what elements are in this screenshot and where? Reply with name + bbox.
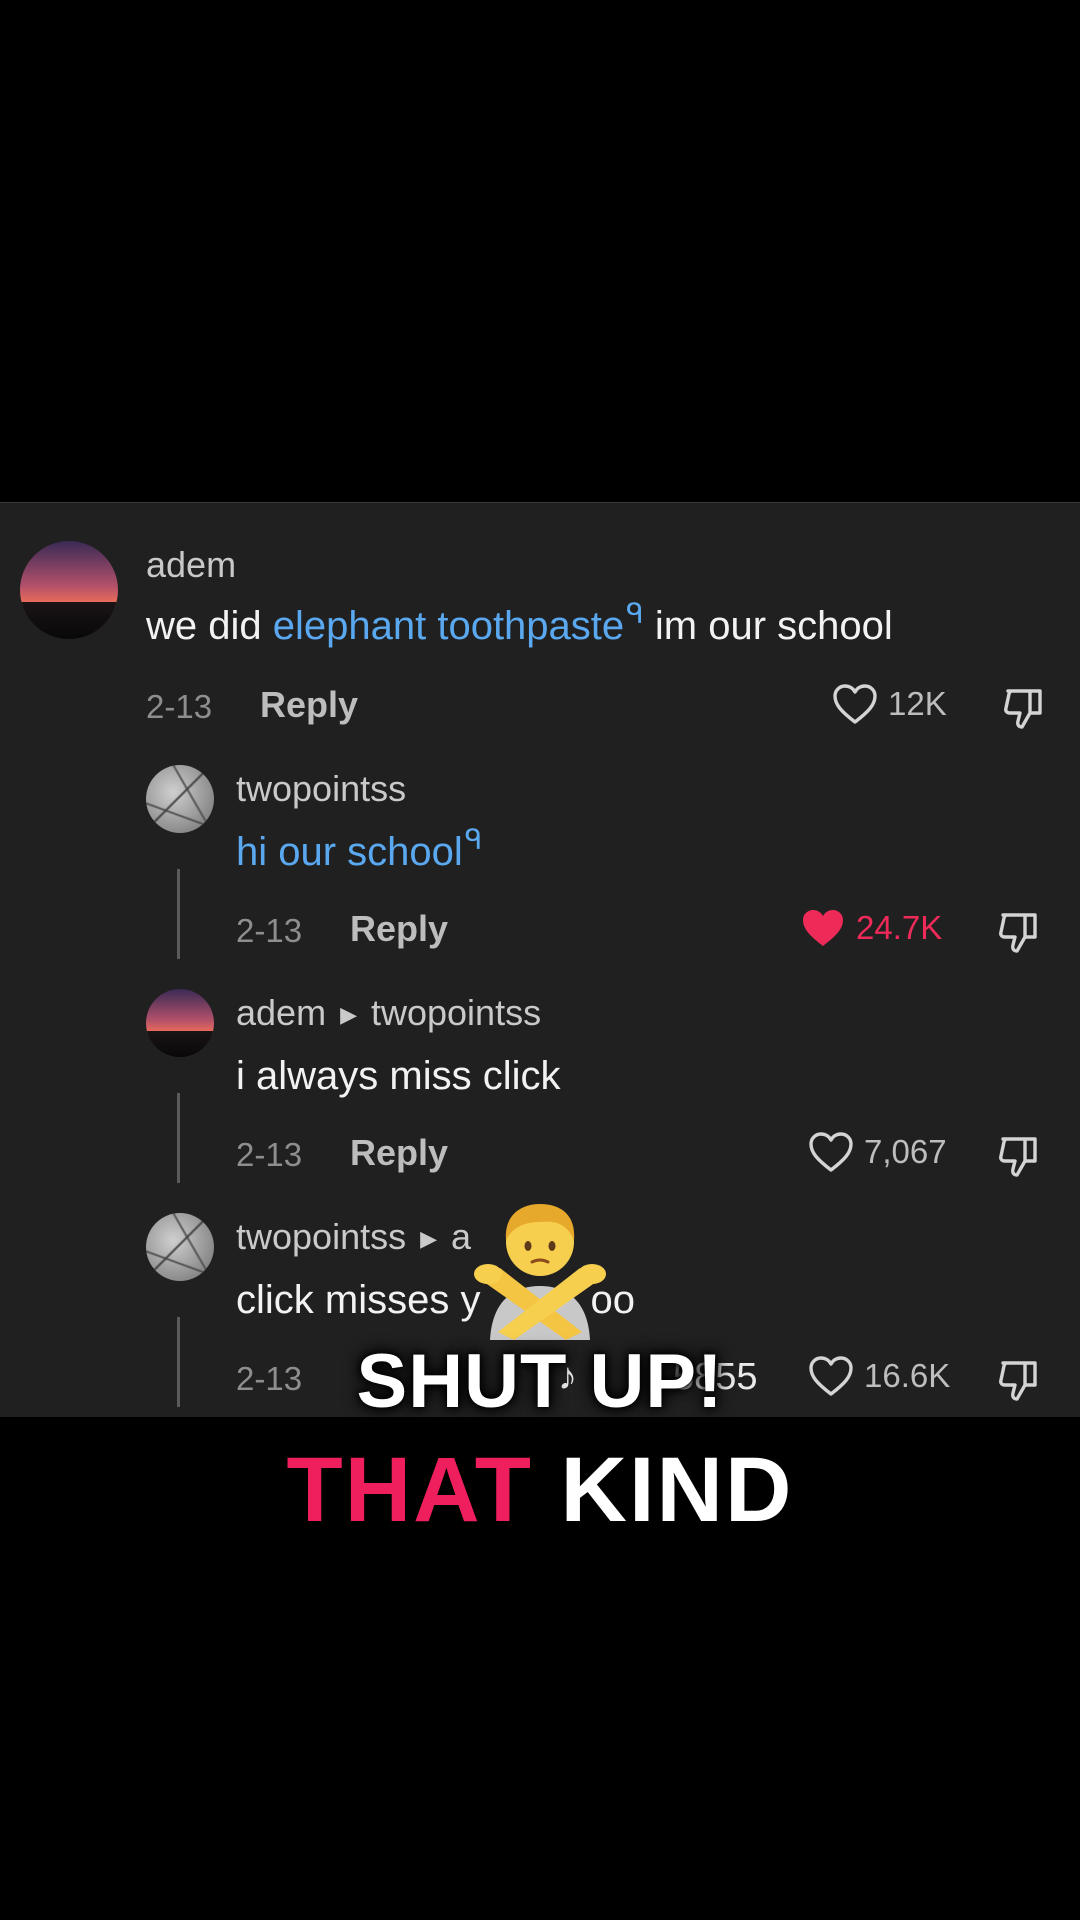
reply-button[interactable]: Reply	[350, 909, 448, 949]
comment-text: we did elephant toothpasteᑫ im our schoo…	[146, 598, 893, 653]
reply-arrow-icon: ▶	[420, 1226, 438, 1251]
like-button[interactable]: 7,067	[808, 1131, 947, 1173]
person-gesturing-no-emoji	[474, 1204, 606, 1340]
comment-username[interactable]: adem	[146, 545, 236, 585]
comment-username[interactable]: adem ▶ twopointss	[236, 993, 541, 1038]
reply-button[interactable]: Reply	[350, 1133, 448, 1173]
like-button[interactable]: 12K	[832, 683, 947, 725]
search-link[interactable]: hi our school	[236, 830, 463, 874]
heart-filled-icon	[803, 910, 843, 946]
avatar[interactable]	[20, 541, 118, 639]
reply-to-username[interactable]: a	[451, 1216, 471, 1257]
comment-username[interactable]: twopointss	[236, 769, 406, 809]
comment-date: 2-13	[146, 688, 213, 725]
caption-highlight: THAT	[286, 1439, 533, 1541]
username-text: twopointss	[236, 1216, 407, 1257]
search-link[interactable]: elephant toothpaste	[273, 604, 624, 648]
heart-icon	[833, 684, 877, 724]
like-count: 7,067	[864, 1133, 947, 1170]
comment-text-left: click misses y	[236, 1278, 481, 1322]
comment-text: i always miss click	[236, 1054, 561, 1098]
dislike-icon[interactable]	[995, 907, 1043, 955]
thread-line	[177, 869, 180, 959]
heart-icon	[809, 1132, 853, 1172]
like-button[interactable]: 24.7K	[800, 907, 942, 949]
reply-to-username[interactable]: twopointss	[371, 992, 541, 1033]
reply-button[interactable]: Reply	[260, 685, 358, 725]
dislike-icon[interactable]	[1000, 683, 1048, 731]
thread-line	[177, 1093, 180, 1183]
dislike-icon[interactable]	[995, 1131, 1043, 1179]
search-icon[interactable]: ᑫ	[465, 824, 483, 855]
comment-text-before: we did	[146, 604, 273, 648]
reply-arrow-icon: ▶	[340, 1002, 357, 1027]
comment-date: 2-13	[236, 1136, 303, 1173]
comment-text: hi our schoolᑫ	[236, 824, 482, 879]
avatar[interactable]	[146, 765, 214, 833]
comment-text-after: im our school	[643, 604, 893, 648]
caption-line-1: SHUT UP!	[356, 1339, 724, 1424]
caption-line-2: THAT KIND	[0, 1440, 1080, 1540]
username-text: adem	[236, 992, 327, 1033]
comment-username[interactable]: twopointss ▶ a	[236, 1217, 471, 1262]
comment-date: 2-13	[236, 912, 303, 949]
like-count: 24.7K	[856, 909, 943, 946]
like-count: 12K	[888, 685, 947, 722]
avatar[interactable]	[146, 1213, 214, 1281]
caption-rest: KIND	[533, 1439, 794, 1541]
search-icon[interactable]: ᑫ	[626, 598, 644, 629]
avatar[interactable]	[146, 989, 214, 1057]
